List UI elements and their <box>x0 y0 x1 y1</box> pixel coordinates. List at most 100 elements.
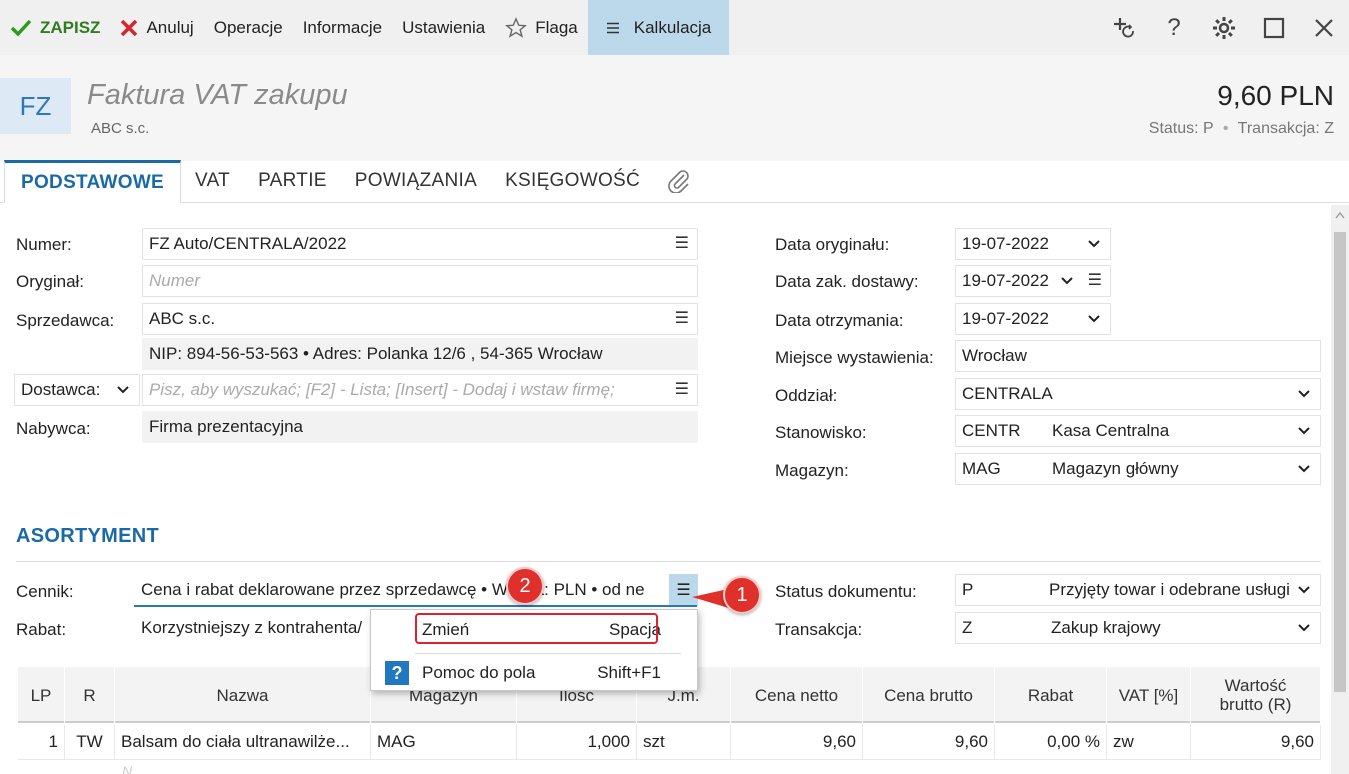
operations-menu[interactable]: Operacje <box>204 0 293 55</box>
seller-value: ABC s.c. <box>149 309 216 328</box>
add-refresh-icon <box>1114 17 1134 37</box>
number-field[interactable]: FZ Auto/CENTRALA/2022 ☰ <box>142 228 698 260</box>
vertical-scrollbar[interactable] <box>1331 205 1349 774</box>
column-header-net-price[interactable]: Cena netto <box>731 667 863 723</box>
place-value: Wrocław <box>962 346 1027 365</box>
tab-powiazania[interactable]: POWIĄZANIA <box>341 160 491 202</box>
tab-ksiegowosc[interactable]: KSIĘGOWOŚĆ <box>491 160 654 202</box>
menu-separator <box>415 653 681 654</box>
tab-podstawowe[interactable]: PODSTAWOWE <box>4 160 182 203</box>
flag-button[interactable]: Flaga <box>495 0 588 55</box>
tab-partie[interactable]: PARTIE <box>244 160 341 202</box>
status-value: P <box>1203 120 1214 137</box>
maximize-button[interactable] <box>1249 0 1299 55</box>
transaction-label: Transakcja: <box>775 620 863 639</box>
pricelist-field[interactable]: Cena i rabat deklarowane przez sprzedawc… <box>134 574 668 606</box>
menu-icon[interactable]: ☰ <box>675 233 689 253</box>
station-select[interactable]: CENTR Kasa Centralna <box>955 415 1321 447</box>
buyer-field: Firma prezentacyjna <box>142 411 698 443</box>
save-label: ZAPISZ <box>40 17 101 37</box>
cell-net-price: 9,60 <box>731 725 863 759</box>
seller-label: Sprzedawca: <box>16 311 115 330</box>
cell-vat: zw <box>1107 725 1191 759</box>
column-header-gross-value[interactable]: Wartość brutto (R) <box>1191 667 1321 723</box>
cell-gross-price: 9,60 <box>863 725 995 759</box>
chevron-down-icon <box>1298 581 1310 604</box>
settings-menu[interactable]: Ustawienia <box>392 0 495 55</box>
column-header-discount[interactable]: Rabat <box>995 667 1107 723</box>
chevron-down-icon <box>1298 460 1310 483</box>
menu-icon[interactable]: ☰ <box>1088 270 1102 290</box>
station-label: Stanowisko: <box>775 423 867 442</box>
document-title: Faktura VAT zakupu <box>87 79 348 111</box>
focus-underline <box>134 605 697 607</box>
original-label: Oryginał: <box>16 272 85 291</box>
help-icon: ? <box>1167 13 1181 41</box>
document-type-badge: FZ <box>0 78 71 134</box>
doc-status-name: Przyjęty towar i odebrane usługi <box>1049 580 1289 599</box>
cell-gross-value: 9,60 <box>1191 725 1321 759</box>
supplier-type-select[interactable]: Dostawca: <box>14 374 140 406</box>
place-input[interactable]: Wrocław <box>955 340 1321 372</box>
date-delivery-picker[interactable]: 19-07-2022 ☰ <box>955 265 1111 297</box>
station-code: CENTR <box>962 421 1021 440</box>
warehouse-code: MAG <box>962 459 1001 478</box>
save-button[interactable]: ZAPISZ <box>0 0 110 55</box>
original-field[interactable]: Numer <box>142 265 698 297</box>
seller-details: NIP: 894-56-53-563 • Adres: Polanka 12/6… <box>142 338 698 370</box>
column-header-vat[interactable]: VAT [%] <box>1107 667 1191 723</box>
chevron-down-icon <box>1088 235 1100 258</box>
supplier-search-input[interactable]: Pisz, aby wyszukać; [F2] - Lista; [Inser… <box>142 374 698 406</box>
tab-vat[interactable]: VAT <box>181 160 244 202</box>
branch-select[interactable]: CENTRALA <box>955 378 1321 410</box>
doc-status-select[interactable]: P Przyjęty towar i odebrane usługi <box>955 574 1321 606</box>
chevron-down-icon <box>117 381 129 404</box>
place-label: Miejsce wystawienia: <box>775 348 934 367</box>
column-header-r[interactable]: R <box>65 667 115 723</box>
date-original-picker[interactable]: 19-07-2022 <box>955 228 1111 260</box>
transaction-select[interactable]: Z Zakup krajowy <box>955 612 1321 644</box>
column-header-gross-price[interactable]: Cena brutto <box>863 667 995 723</box>
flag-label: Flaga <box>535 17 578 37</box>
branch-label: Oddział: <box>775 386 838 405</box>
star-icon <box>505 16 528 39</box>
warehouse-label: Magazyn: <box>775 461 849 480</box>
settings-button[interactable] <box>1199 0 1249 55</box>
close-icon <box>1315 18 1333 37</box>
information-menu[interactable]: Informacje <box>293 0 392 55</box>
transaction-name: Zakup krajowy <box>1051 618 1161 637</box>
chevron-down-icon <box>1088 310 1100 333</box>
scrollbar-thumb[interactable] <box>1334 232 1346 692</box>
warehouse-select[interactable]: MAG Magazyn główny <box>955 453 1321 485</box>
maximize-icon <box>1263 17 1285 38</box>
separator-dot: • <box>1222 120 1229 137</box>
window-controls: ? <box>1099 0 1349 55</box>
new-row[interactable]: N... <box>18 759 1321 774</box>
table-row[interactable]: 1 TW Balsam do ciała ultranawilże... MAG… <box>18 725 1321 759</box>
new-row-placeholder: N... <box>122 763 144 774</box>
calculation-label: Kalkulacja <box>633 17 712 37</box>
menu-item-field-help[interactable]: ? Pomoc do pola Shift+F1 <box>371 655 697 691</box>
date-received-picker[interactable]: 19-07-2022 <box>955 303 1111 335</box>
section-divider <box>16 561 1321 562</box>
column-header-lp[interactable]: LP <box>18 667 65 723</box>
transaction-value: Z <box>1324 120 1334 137</box>
information-label: Informacje <box>302 17 383 37</box>
date-delivery-label: Data zak. dostawy: <box>775 272 919 291</box>
seller-field[interactable]: ABC s.c. ☰ <box>142 303 698 335</box>
discount-field[interactable]: Korzystniejszy z kontrahenta/ <box>134 612 370 644</box>
chevron-down-icon <box>1061 272 1073 295</box>
tab-attachments[interactable] <box>654 160 704 202</box>
calculation-button[interactable]: Kalkulacja <box>587 0 730 55</box>
close-window-button[interactable] <box>1299 0 1349 55</box>
help-button[interactable]: ? <box>1149 0 1199 55</box>
column-header-name[interactable]: Nazwa <box>115 667 371 723</box>
doc-status-label: Status dokumentu: <box>775 582 917 601</box>
menu-icon[interactable]: ☰ <box>675 308 689 328</box>
cancel-button[interactable]: Anuluj <box>110 0 203 55</box>
toolbar: ZAPISZ Anuluj Operacje Informacje Ustawi… <box>0 0 1349 55</box>
scroll-up-icon[interactable] <box>1335 211 1345 222</box>
menu-icon[interactable]: ☰ <box>675 379 689 399</box>
settings-label: Ustawienia <box>402 17 486 37</box>
add-window-button[interactable] <box>1099 0 1149 55</box>
